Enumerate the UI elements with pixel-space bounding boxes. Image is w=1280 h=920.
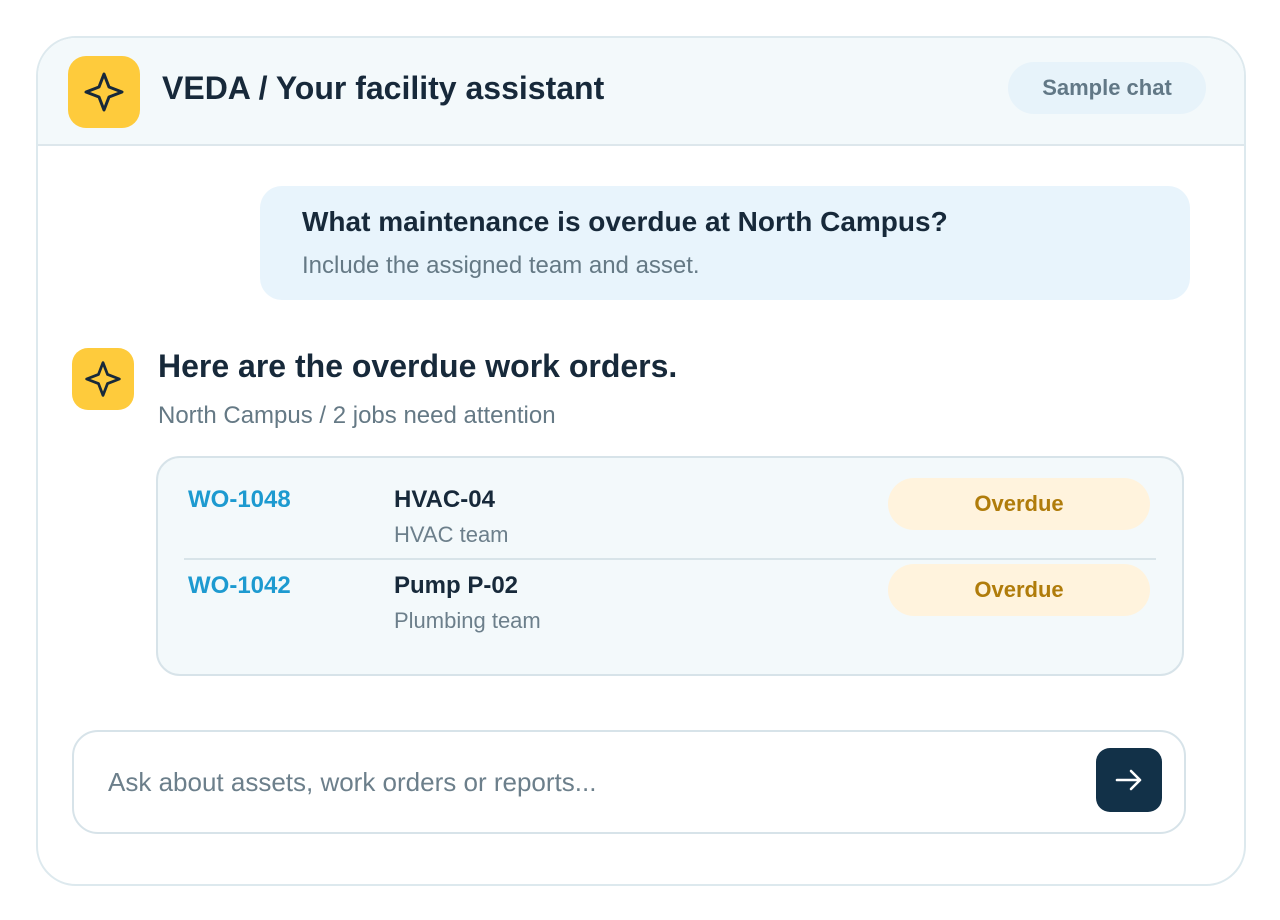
status-badge: Overdue [888, 478, 1150, 530]
sample-chat-chip[interactable]: Sample chat [1008, 62, 1206, 114]
arrow-right-icon [1115, 769, 1142, 791]
user-message-bubble: What maintenance is overdue at North Cam… [260, 186, 1190, 300]
work-order-team: Plumbing team [394, 608, 541, 633]
message-composer [72, 730, 1186, 834]
work-order-asset: Pump P-02 [394, 572, 519, 599]
user-question-detail: Include the assigned team and asset. [302, 252, 700, 279]
work-order-team: HVAC team [394, 522, 509, 547]
assistant-avatar [72, 348, 134, 410]
work-order-id-link[interactable]: WO-1042 [188, 572, 291, 600]
assistant-reply-title: Here are the overdue work orders. [158, 348, 678, 384]
work-orders-table: WO-1048 HVAC-04 HVAC team Overdue WO-104… [156, 456, 1184, 676]
work-order-row: WO-1042 Pump P-02 Plumbing team Overdue [158, 552, 1182, 646]
chat-header: VEDA / Your facility assistant Sample ch… [38, 38, 1244, 146]
app-logo [68, 56, 140, 128]
app-title: VEDA / Your facility assistant [162, 70, 605, 106]
assistant-reply-subtitle: North Campus / 2 jobs need attention [158, 402, 556, 429]
work-order-asset: HVAC-04 [394, 486, 495, 513]
sparkle-icon [84, 72, 124, 112]
work-order-id-link[interactable]: WO-1048 [188, 486, 291, 514]
user-question: What maintenance is overdue at North Cam… [302, 206, 948, 237]
work-order-row: WO-1048 HVAC-04 HVAC team Overdue [158, 458, 1182, 552]
message-input[interactable] [108, 756, 1048, 808]
sparkle-icon [85, 361, 121, 397]
chat-window: VEDA / Your facility assistant Sample ch… [36, 36, 1246, 886]
status-badge: Overdue [888, 564, 1150, 616]
send-button[interactable] [1096, 748, 1162, 812]
